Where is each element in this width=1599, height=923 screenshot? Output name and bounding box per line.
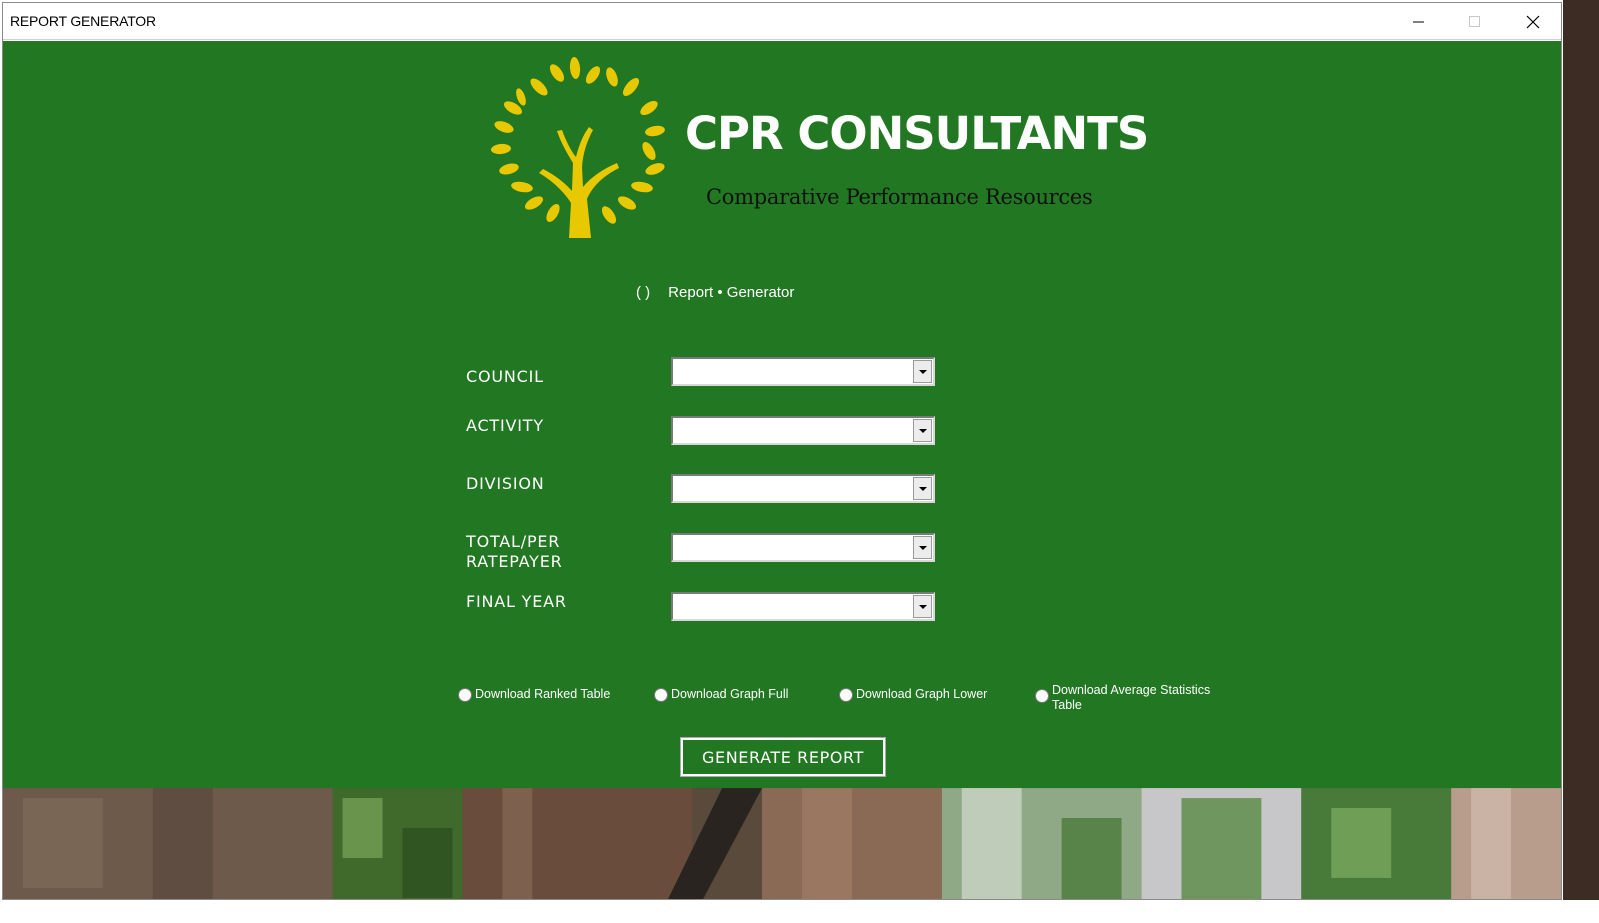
option-label: Download Ranked Table: [475, 687, 611, 701]
radio-button[interactable]: [1035, 689, 1049, 703]
subtitle-row: ( ) Report • Generator: [636, 284, 794, 301]
window-title: REPORT GENERATOR: [10, 13, 156, 29]
option-label: Download Average Statistics Table: [1052, 683, 1211, 712]
option-average-statistics[interactable]: Download Average Statistics Table: [1035, 683, 1215, 713]
desktop-background-bottom: [0, 900, 1599, 923]
tree-logo: [491, 57, 665, 238]
total-per-ratepayer-label: TOTAL/PER RATEPAYER: [466, 532, 563, 571]
minimize-button[interactable]: [1391, 3, 1447, 40]
council-dropdown[interactable]: [671, 357, 935, 386]
activity-dropdown[interactable]: [671, 416, 935, 445]
generate-report-button[interactable]: GENERATE REPORT: [680, 737, 886, 777]
spinner-icon: ( ): [636, 284, 651, 301]
option-graph-full[interactable]: Download Graph Full: [654, 687, 788, 702]
chevron-down-icon[interactable]: [913, 536, 932, 559]
division-dropdown[interactable]: [671, 474, 935, 503]
final-year-dropdown[interactable]: [671, 592, 935, 621]
option-graph-lower[interactable]: Download Graph Lower: [839, 687, 987, 702]
division-label: DIVISION: [466, 474, 545, 493]
radio-button[interactable]: [839, 688, 853, 702]
final-year-label: FINAL YEAR: [466, 592, 567, 611]
maximize-button[interactable]: [1447, 3, 1503, 40]
company-name: CPR CONSULTANTS: [685, 107, 1149, 160]
option-ranked-table[interactable]: Download Ranked Table: [458, 687, 610, 702]
report-generator-window: REPORT GENERATOR CPR CONSULTANTS Compara…: [2, 2, 1562, 900]
desktop-background: [1563, 0, 1599, 923]
radio-button[interactable]: [458, 688, 472, 702]
chevron-down-icon[interactable]: [913, 360, 932, 383]
title-bar[interactable]: REPORT GENERATOR: [3, 3, 1561, 40]
close-button[interactable]: [1505, 3, 1561, 40]
option-label: Download Graph Full: [671, 687, 789, 701]
chevron-down-icon[interactable]: [913, 595, 932, 618]
radio-button[interactable]: [654, 688, 668, 702]
chevron-down-icon[interactable]: [913, 477, 932, 500]
minimize-icon: [1413, 21, 1424, 22]
main-panel: CPR CONSULTANTS Comparative Performance …: [3, 41, 1561, 788]
council-label: COUNCIL: [466, 367, 544, 386]
close-icon: [1526, 15, 1540, 28]
total-per-ratepayer-dropdown[interactable]: [671, 533, 935, 562]
app-subtitle: Report • Generator: [668, 284, 795, 301]
company-tagline: Comparative Performance Resources: [706, 185, 1093, 209]
option-label: Download Graph Lower: [856, 687, 988, 701]
chevron-down-icon[interactable]: [913, 419, 932, 442]
activity-label: ACTIVITY: [466, 416, 544, 435]
maximize-icon: [1469, 15, 1480, 27]
forest-banner-image: [3, 788, 1561, 899]
